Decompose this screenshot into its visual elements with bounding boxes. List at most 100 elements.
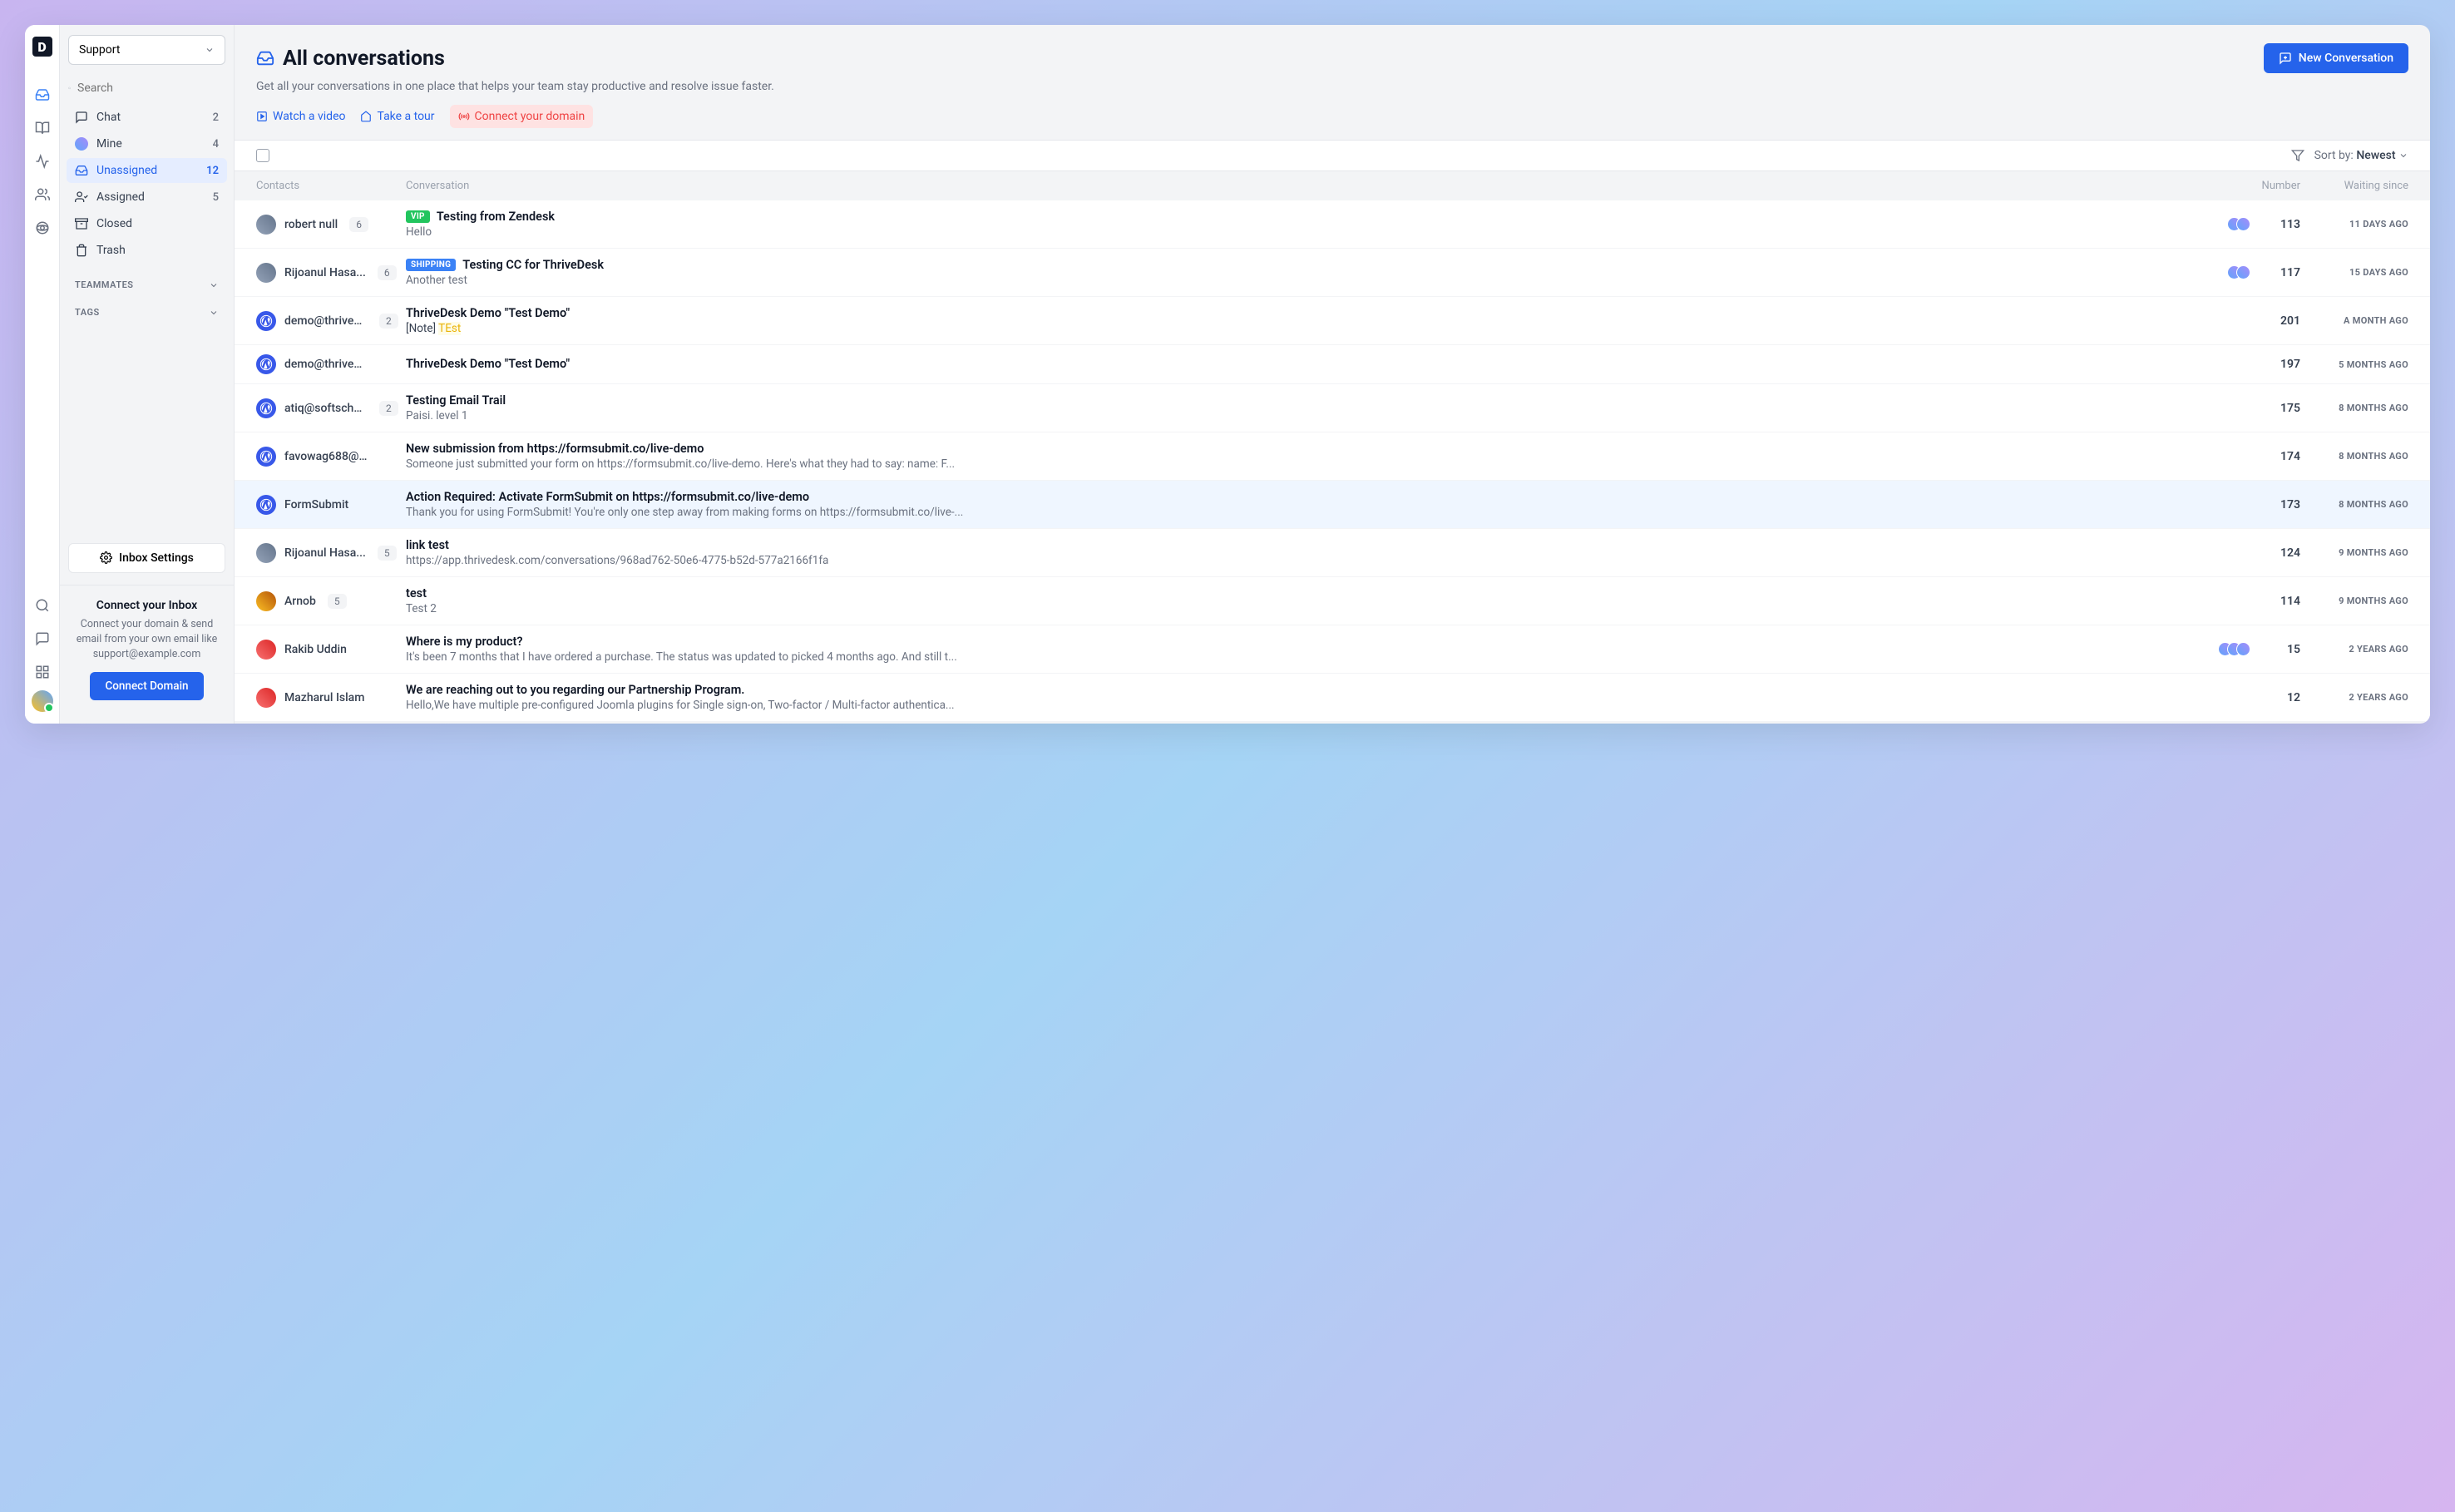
search-row[interactable]	[60, 73, 234, 101]
folder-label: Unassigned	[96, 164, 157, 177]
conversation-subject: ThriveDesk Demo "Test Demo"	[406, 357, 570, 371]
contact-avatar	[256, 640, 276, 660]
waiting-since: 11 DAYS AGO	[2300, 219, 2408, 230]
take-tour-link[interactable]: Take a tour	[360, 110, 434, 123]
folder-list: Chat2Mine4 Unassigned 12 Assigned 5 Closed Tra…	[60, 101, 234, 268]
sidebar-item-trash[interactable]: Trash	[67, 238, 227, 263]
play-icon	[256, 111, 268, 122]
conversation-subject: Testing CC for ThriveDesk	[462, 258, 604, 272]
connect-domain-button[interactable]: Connect Domain	[90, 672, 203, 700]
conversation-number: 114	[2250, 595, 2300, 608]
table-header: Contacts Conversation Number Waiting sin…	[235, 171, 2430, 200]
assignees	[2209, 217, 2250, 231]
section-teammates[interactable]: TEAMMATES	[60, 268, 234, 295]
conversation-subject: ThriveDesk Demo "Test Demo"	[406, 306, 570, 320]
chevron-down-icon	[209, 280, 219, 290]
sidebar-item-mine[interactable]: Mine4	[67, 131, 227, 156]
conversation-row[interactable]: favowag688@kah... New submission from ht…	[235, 432, 2430, 481]
contact-avatar	[256, 543, 276, 563]
filter-icon[interactable]	[2291, 149, 2304, 162]
contact-avatar	[256, 495, 276, 515]
sidebar-item-chat[interactable]: Chat2	[67, 105, 227, 130]
conversation-number: 12	[2250, 691, 2300, 704]
assigned-icon	[75, 190, 88, 204]
assignee-avatar	[2236, 217, 2250, 231]
sidebar-item-unassigned[interactable]: Unassigned 12	[67, 158, 227, 183]
conversation-row[interactable]: Rijoanul Hasa... 6 SHIPPINGTesting CC fo…	[235, 249, 2430, 297]
sidebar-item-assigned[interactable]: Assigned 5	[67, 185, 227, 210]
assignee-avatar	[2236, 642, 2250, 656]
rail-user-avatar[interactable]	[32, 690, 53, 712]
conversation-subject: New submission from https://formsubmit.c…	[406, 442, 704, 456]
page-subtitle: Get all your conversations in one place …	[256, 80, 2408, 93]
tag-badge: VIP	[406, 210, 430, 223]
inbox-settings-button[interactable]: Inbox Settings	[68, 543, 225, 573]
folder-label: Chat	[96, 111, 121, 124]
conversation-subject: link test	[406, 538, 449, 552]
conversation-preview: Thank you for using FormSubmit! You're o…	[406, 506, 2209, 519]
tour-icon	[360, 111, 372, 122]
contact-avatar	[256, 215, 276, 235]
unassigned-icon	[75, 164, 88, 177]
conversation-row[interactable]: Arnob 5 test Test 2 114 9 MONTHS AGO	[235, 577, 2430, 625]
watch-video-link[interactable]: Watch a video	[256, 110, 345, 123]
chevron-down-icon	[205, 45, 215, 55]
rail-docs-icon[interactable]	[27, 113, 57, 143]
conversation-subject: test	[406, 586, 427, 600]
rail-apps-icon[interactable]	[27, 213, 57, 243]
conversation-preview: Another test	[406, 274, 2209, 287]
conversation-number: 201	[2250, 314, 2300, 328]
conversation-row[interactable]: Rakib Uddin Where is my product? It's be…	[235, 625, 2430, 674]
broadcast-icon	[458, 111, 470, 122]
contact-name: favowag688@kah...	[284, 450, 368, 463]
conversation-row[interactable]: FormSubmit Action Required: Activate For…	[235, 481, 2430, 529]
conversation-number: 175	[2250, 402, 2300, 415]
contact-name: Rijoanul Hasa...	[284, 546, 366, 560]
col-conversation: Conversation	[406, 180, 2209, 192]
conversation-row[interactable]: Rijoanul Hasa... 5 link test https://app…	[235, 529, 2430, 577]
contact-name: Arnob	[284, 595, 316, 608]
sort-selector[interactable]: Sort by: Newest	[2314, 149, 2408, 162]
rail-search-icon[interactable]	[27, 590, 57, 620]
conversation-list: robert null 6 VIPTesting from Zendesk He…	[235, 200, 2430, 724]
waiting-since: A MONTH AGO	[2300, 315, 2408, 326]
conversation-row[interactable]: demo@thrived... 2 ThriveDesk Demo "Test …	[235, 297, 2430, 345]
sidebar-item-closed[interactable]: Closed	[67, 211, 227, 236]
contact-avatar	[256, 688, 276, 708]
folder-count: 12	[206, 165, 219, 177]
rail-chat-icon[interactable]	[27, 624, 57, 654]
new-conversation-button[interactable]: New Conversation	[2264, 43, 2408, 73]
select-all-checkbox[interactable]	[256, 149, 269, 162]
waiting-since: 9 MONTHS AGO	[2300, 595, 2408, 606]
folder-label: Assigned	[96, 190, 145, 204]
conversation-number: 117	[2250, 266, 2300, 279]
contact-name: demo@thrived...	[284, 314, 368, 328]
folder-label: Closed	[96, 217, 132, 230]
section-tags[interactable]: TAGS	[60, 295, 234, 323]
rail-activity-icon[interactable]	[27, 146, 57, 176]
conversation-preview: Hello,We have multiple pre-configured Jo…	[406, 699, 2209, 712]
chevron-down-icon	[209, 308, 219, 318]
conversation-number: 197	[2250, 358, 2300, 371]
thread-count: 5	[378, 546, 397, 561]
rail-inbox-icon[interactable]	[27, 80, 57, 110]
folder-label: Trash	[96, 244, 126, 257]
rail-contacts-icon[interactable]	[27, 180, 57, 210]
thread-count: 6	[349, 217, 368, 232]
conversation-row[interactable]: atiq@softscho... 2 Testing Email Trail P…	[235, 384, 2430, 432]
main-content: All conversations New Conversation Get a…	[235, 25, 2430, 724]
conversation-row[interactable]: Mazharul Islam We are reaching out to yo…	[235, 674, 2430, 722]
inbox-selector[interactable]: Support	[68, 35, 225, 65]
waiting-since: 2 YEARS AGO	[2300, 692, 2408, 703]
conversation-row[interactable]: robert null 6 VIPTesting from Zendesk He…	[235, 200, 2430, 249]
folder-count: 5	[213, 191, 219, 204]
connect-domain-link[interactable]: Connect your domain	[450, 105, 594, 128]
conversation-row[interactable]: demo@thrivedesk.... ThriveDesk Demo "Tes…	[235, 345, 2430, 384]
waiting-since: 5 MONTHS AGO	[2300, 359, 2408, 370]
rail-grid-icon[interactable]	[27, 657, 57, 687]
logo[interactable]: D	[32, 37, 52, 57]
search-input[interactable]	[77, 82, 225, 95]
conversation-subject: We are reaching out to you regarding our…	[406, 683, 744, 697]
conversation-preview: It's been 7 months that I have ordered a…	[406, 650, 2209, 664]
contact-avatar	[256, 591, 276, 611]
